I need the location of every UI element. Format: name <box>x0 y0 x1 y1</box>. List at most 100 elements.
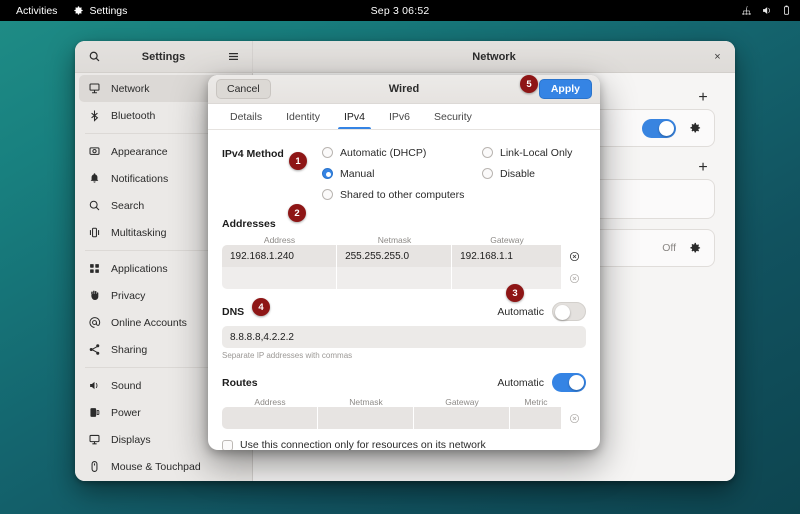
dns-servers-input[interactable]: 8.8.8.8,4.2.2.2 <box>222 326 586 348</box>
toggle-knob <box>555 305 570 320</box>
sidebar-item-label: Privacy <box>111 290 145 302</box>
sidebar-item-label: Search <box>111 200 144 212</box>
gear-icon[interactable] <box>686 239 704 257</box>
radio-indicator <box>482 147 493 158</box>
radio-indicator <box>322 168 333 179</box>
radio-manual[interactable]: Manual <box>322 163 482 184</box>
restrict-connection-label: Use this connection only for resources o… <box>240 439 486 450</box>
step-badge-4: 4 <box>252 298 270 316</box>
dialog-tabs: Details Identity IPv4 IPv6 Security <box>208 104 600 130</box>
search-icon[interactable] <box>84 47 104 67</box>
radio-label: Manual <box>340 168 374 180</box>
sidebar-item-label: Online Accounts <box>111 317 187 329</box>
column-header-address: Address <box>222 397 318 407</box>
step-badge-1: 1 <box>289 152 307 170</box>
wired-toggle[interactable] <box>642 119 676 138</box>
radio-link-local-only[interactable]: Link-Local Only <box>482 142 586 163</box>
tab-details[interactable]: Details <box>220 104 272 129</box>
route-gateway-input[interactable] <box>414 407 509 429</box>
netmask-input[interactable] <box>337 267 451 289</box>
tab-security[interactable]: Security <box>424 104 482 129</box>
routes-label: Routes <box>222 377 258 389</box>
routes-column-headers: Address Netmask Gateway Metric <box>222 397 586 407</box>
network-icon <box>87 82 101 96</box>
column-header-metric: Metric <box>510 397 562 407</box>
app-menu-settings[interactable]: Settings <box>65 3 135 19</box>
at-sign-icon <box>87 316 101 330</box>
sidebar-item-label: Mouse & Touchpad <box>111 461 201 473</box>
route-address-input[interactable] <box>222 407 317 429</box>
radio-label: Link-Local Only <box>500 147 572 159</box>
step-badge-5: 5 <box>520 75 538 93</box>
address-input[interactable] <box>222 267 336 289</box>
radio-shared-to-other-computers[interactable]: Shared to other computers <box>322 184 482 205</box>
sidebar-item-label: Multitasking <box>111 227 166 239</box>
activities-label: Activities <box>16 5 57 17</box>
gear-icon <box>73 5 84 16</box>
dns-automatic-toggle[interactable] <box>552 302 586 321</box>
restrict-connection-checkbox[interactable] <box>222 440 233 451</box>
close-icon[interactable]: × <box>709 48 726 65</box>
appearance-icon <box>87 145 101 159</box>
multitasking-icon <box>87 226 101 240</box>
routes-automatic-label: Automatic <box>497 377 544 389</box>
sound-icon <box>87 379 101 393</box>
address-row[interactable]: 192.168.1.240 255.255.255.0 192.168.1.1 <box>222 245 586 267</box>
radio-label: Automatic (DHCP) <box>340 147 426 159</box>
bell-icon <box>87 172 101 186</box>
restrict-connection-row[interactable]: Use this connection only for resources o… <box>222 439 586 450</box>
gateway-input[interactable]: 192.168.1.1 <box>452 245 561 267</box>
address-row[interactable] <box>222 267 586 289</box>
tab-ipv4[interactable]: IPv4 <box>334 104 375 129</box>
battery-icon <box>781 5 792 16</box>
delete-circle-icon[interactable] <box>562 267 586 289</box>
sidebar-item-label: Sound <box>111 380 141 392</box>
radio-label: Shared to other computers <box>340 189 464 201</box>
route-metric-input[interactable] <box>510 407 562 429</box>
netmask-input[interactable]: 255.255.255.0 <box>337 245 451 267</box>
routes-automatic-toggle[interactable] <box>552 373 586 392</box>
share-icon <box>87 343 101 357</box>
gear-icon[interactable] <box>686 119 704 137</box>
delete-circle-icon[interactable] <box>562 407 586 429</box>
sidebar-header: Settings <box>75 41 252 73</box>
sidebar-item-label: Bluetooth <box>111 110 155 122</box>
dialog-body: IPv4 Method Automatic (DHCP) Manual Shar… <box>208 130 600 450</box>
address-input[interactable]: 192.168.1.240 <box>222 245 336 267</box>
tab-ipv6[interactable]: IPv6 <box>379 104 420 129</box>
proxy-status: Off <box>662 242 676 254</box>
power-icon <box>87 406 101 420</box>
bluetooth-icon <box>87 109 101 123</box>
addresses-column-headers: Address Netmask Gateway <box>222 235 586 245</box>
applications-grid-icon <box>87 262 101 276</box>
add-wired-button[interactable]: + <box>693 88 713 108</box>
sidebar-item-mouse-touchpad[interactable]: Mouse & Touchpad <box>79 453 248 480</box>
gateway-input[interactable] <box>452 267 561 289</box>
radio-disable[interactable]: Disable <box>482 163 586 184</box>
dns-header: DNS Automatic <box>222 302 586 321</box>
toggle-knob <box>659 121 674 136</box>
route-row[interactable] <box>222 407 586 429</box>
desktop: Activities Settings Sep 3 06:52 <box>0 0 800 514</box>
column-header-gateway: Gateway <box>414 397 510 407</box>
activities-button[interactable]: Activities <box>8 3 65 19</box>
sidebar-title: Settings <box>104 51 223 63</box>
add-vpn-button[interactable]: + <box>693 158 713 178</box>
radio-automatic-dhcp[interactable]: Automatic (DHCP) <box>322 142 482 163</box>
apply-button[interactable]: Apply <box>539 79 592 99</box>
tab-identity[interactable]: Identity <box>276 104 330 129</box>
cancel-button[interactable]: Cancel <box>216 79 271 99</box>
sidebar-item-label: Power <box>111 407 141 419</box>
route-netmask-input[interactable] <box>318 407 413 429</box>
dns-hint: Separate IP addresses with commas <box>222 351 586 360</box>
dialog-header: Cancel Wired Apply <box>208 75 600 104</box>
toggle-knob <box>569 375 584 390</box>
delete-circle-icon[interactable] <box>562 245 586 267</box>
sidebar-item-label: Appearance <box>111 146 168 158</box>
clock[interactable]: Sep 3 06:52 <box>371 5 430 17</box>
mouse-icon <box>87 460 101 474</box>
system-tray[interactable] <box>741 0 792 21</box>
dns-automatic-group: Automatic <box>497 302 586 321</box>
radio-label: Disable <box>500 168 535 180</box>
hamburger-menu-icon[interactable] <box>223 47 243 67</box>
